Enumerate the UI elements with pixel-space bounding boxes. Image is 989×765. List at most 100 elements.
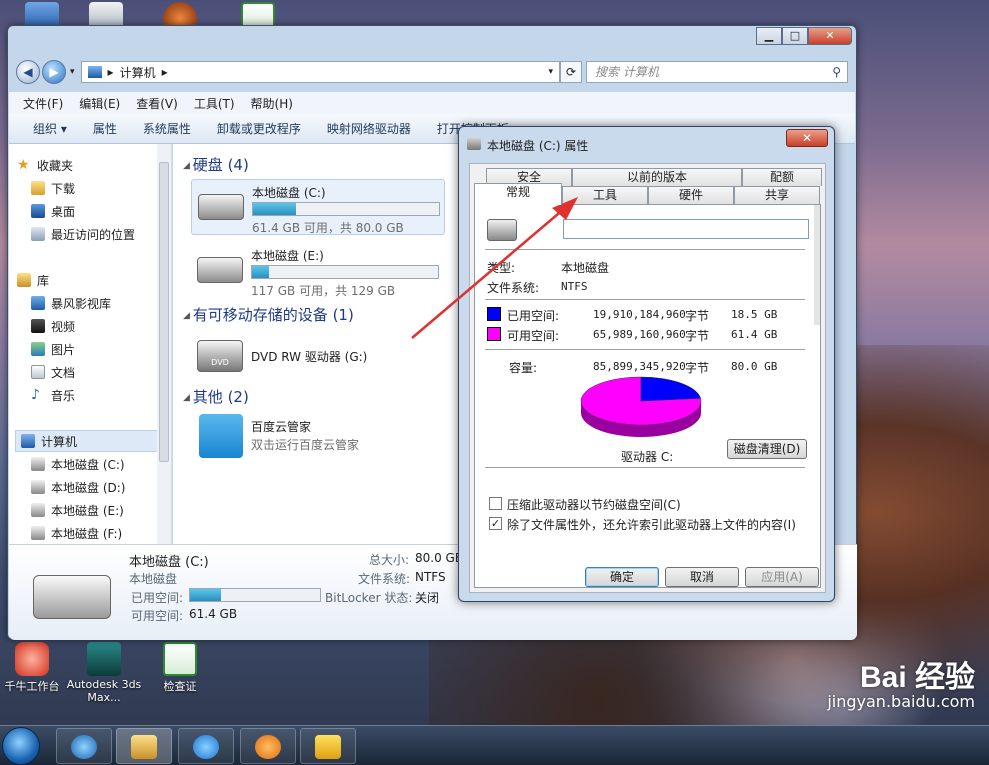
maximize-button[interactable]: □ bbox=[782, 27, 808, 45]
details-fs-label: 文件系统: bbox=[358, 572, 411, 586]
drive-small-icon bbox=[467, 138, 481, 150]
tab-quota[interactable]: 配额 bbox=[742, 168, 822, 186]
tab-sharing[interactable]: 共享 bbox=[734, 186, 820, 204]
address-bar[interactable]: ▸ 计算机 ▸ ▾ bbox=[80, 61, 560, 83]
address-dropdown-icon[interactable]: ▾ bbox=[548, 67, 553, 77]
taskbar-taobao[interactable] bbox=[300, 728, 356, 764]
capacity-unit: 字节 bbox=[685, 361, 710, 375]
hard-drive-icon bbox=[487, 219, 517, 241]
menu-file[interactable]: 文件(F) bbox=[23, 95, 63, 112]
drive-usage-bar bbox=[251, 265, 439, 279]
taskbar-sogou[interactable] bbox=[178, 728, 234, 764]
page-scrollbar[interactable] bbox=[814, 205, 820, 325]
disk-cleanup-button[interactable]: 磁盘清理(D) bbox=[727, 439, 807, 459]
pie-slice-used bbox=[640, 376, 701, 402]
index-checkbox[interactable]: ✓ bbox=[489, 517, 502, 530]
back-button[interactable]: ◀ bbox=[16, 60, 40, 84]
breadcrumb-separator-icon: ▸ bbox=[107, 65, 114, 79]
minimize-button[interactable]: ▁ bbox=[756, 27, 782, 45]
history-dropdown-icon[interactable]: ▾ bbox=[70, 67, 75, 77]
tab-tools[interactable]: 工具 bbox=[562, 186, 648, 204]
drive-name: DVD RW 驱动器 (G:) bbox=[251, 350, 368, 364]
sidebar-libraries[interactable]: 库 bbox=[17, 269, 49, 291]
sidebar-item-drive-e[interactable]: 本地磁盘 (E:) bbox=[31, 499, 124, 521]
sidebar-scrollbar[interactable] bbox=[157, 144, 171, 544]
sidebar-item-pictures[interactable]: 图片 bbox=[31, 338, 75, 360]
desktop-icon-3dsmax[interactable]: Autodesk 3ds Max... bbox=[64, 642, 144, 704]
search-input[interactable]: 搜索 计算机 ⚲ bbox=[586, 61, 848, 83]
free-space-unit: 字节 bbox=[685, 329, 710, 343]
index-label[interactable]: 除了文件属性外，还允许索引此驱动器上文件的内容(I) bbox=[507, 516, 796, 533]
drive-item-e[interactable]: 本地磁盘 (E:) 117 GB 可用，共 129 GB bbox=[191, 243, 445, 299]
desktop-icon-qianniu[interactable]: 千牛工作台 bbox=[0, 642, 72, 694]
sidebar-favorites[interactable]: ★ 收藏夹 bbox=[17, 154, 73, 176]
uninstall-button[interactable]: 卸载或更改程序 bbox=[217, 120, 301, 137]
compress-label[interactable]: 压缩此驱动器以节约磁盘空间(C) bbox=[507, 496, 681, 513]
drive-name: 本地磁盘 (C:) bbox=[252, 186, 326, 200]
type-value: 本地磁盘 bbox=[561, 261, 610, 275]
map-drive-button[interactable]: 映射网络驱动器 bbox=[327, 120, 411, 137]
app-item-baiduyun[interactable]: 百度云管家 双击运行百度云管家 bbox=[191, 412, 445, 462]
sidebar-item-drive-c[interactable]: 本地磁盘 (C:) bbox=[31, 453, 125, 475]
sidebar-item-drive-d[interactable]: 本地磁盘 (D:) bbox=[31, 476, 125, 498]
refresh-button[interactable]: ⟳ bbox=[560, 61, 582, 83]
apply-button[interactable]: 应用(A) bbox=[745, 567, 819, 587]
general-tab-page: 类型: 本地磁盘 文件系统: NTFS 已用空间: 19,910,184,960… bbox=[474, 204, 821, 588]
organize-button[interactable]: 组织 ▾ bbox=[33, 120, 67, 137]
drive-label: 驱动器 C: bbox=[621, 450, 674, 464]
address-row: ◀ ▶ ▾ ▸ 计算机 ▸ ▾ ⟳ 搜索 计算机 ⚲ bbox=[16, 60, 848, 84]
menu-edit[interactable]: 编辑(E) bbox=[79, 95, 120, 112]
compress-checkbox[interactable] bbox=[489, 497, 502, 510]
group-header-hdd[interactable]: 硬盘 (4) bbox=[183, 154, 249, 175]
desktop-icon-jianchazheng[interactable]: 检查证 bbox=[140, 642, 220, 694]
volume-label-input[interactable] bbox=[563, 219, 809, 239]
dvd-drive-item[interactable]: DVD DVD RW 驱动器 (G:) bbox=[191, 330, 445, 382]
dialog-close-button[interactable]: ✕ bbox=[786, 129, 828, 147]
sidebar-item-recent[interactable]: 最近访问的位置 bbox=[31, 223, 135, 245]
capacity-bytes: 85,899,345,920 bbox=[593, 360, 686, 373]
used-space-swatch bbox=[487, 307, 501, 321]
sidebar-item-downloads[interactable]: 下载 bbox=[31, 177, 75, 199]
taskbar-explorer[interactable] bbox=[116, 728, 172, 764]
sidebar-computer[interactable]: 计算机 bbox=[21, 430, 77, 452]
film-icon bbox=[31, 319, 45, 333]
type-label: 类型: bbox=[487, 261, 516, 275]
tab-general[interactable]: 常规 bbox=[474, 183, 562, 205]
system-properties-button[interactable]: 系统属性 bbox=[143, 120, 191, 137]
sidebar-item-videos[interactable]: 视频 bbox=[31, 315, 75, 337]
sidebar-item-drive-f[interactable]: 本地磁盘 (F:) bbox=[31, 522, 122, 544]
cancel-button[interactable]: 取消 bbox=[665, 567, 739, 587]
sidebar-item-baofeng[interactable]: 暴风影视库 bbox=[31, 292, 111, 314]
details-bitlocker-label: BitLocker 状态: bbox=[325, 591, 413, 605]
menu-tools[interactable]: 工具(T) bbox=[194, 95, 235, 112]
tab-previous-versions[interactable]: 以前的版本 bbox=[572, 168, 742, 186]
sidebar-item-music[interactable]: ♪ 音乐 bbox=[31, 384, 75, 406]
group-header-removable[interactable]: 有可移动存储的设备 (1) bbox=[183, 304, 354, 325]
properties-button[interactable]: 属性 bbox=[93, 120, 117, 137]
group-header-other[interactable]: 其他 (2) bbox=[183, 386, 249, 407]
breadcrumb-separator-icon: ▸ bbox=[161, 65, 168, 79]
drive-item-c[interactable]: 本地磁盘 (C:) 61.4 GB 可用，共 80.0 GB bbox=[191, 179, 445, 235]
details-type: 本地磁盘 bbox=[129, 572, 178, 586]
scrollbar-thumb[interactable] bbox=[159, 162, 169, 462]
close-button[interactable]: ✕ bbox=[808, 27, 852, 45]
taskbar-ie[interactable] bbox=[56, 728, 112, 764]
music-note-icon: ♪ bbox=[31, 387, 40, 403]
search-icon: ⚲ bbox=[832, 65, 841, 79]
library-icon bbox=[17, 273, 31, 287]
start-button[interactable] bbox=[2, 727, 40, 765]
breadcrumb[interactable]: 计算机 bbox=[120, 64, 156, 81]
separator bbox=[485, 249, 805, 250]
sidebar-item-desktop[interactable]: 桌面 bbox=[31, 200, 75, 222]
used-space-size: 18.5 GB bbox=[731, 308, 778, 321]
drive-capacity: 61.4 GB 可用，共 80.0 GB bbox=[252, 221, 404, 235]
tab-hardware[interactable]: 硬件 bbox=[648, 186, 734, 204]
sidebar-item-documents[interactable]: 文档 bbox=[31, 361, 75, 383]
menu-help[interactable]: 帮助(H) bbox=[251, 95, 293, 112]
ok-button[interactable]: 确定 bbox=[585, 567, 659, 587]
disk-usage-pie bbox=[580, 376, 702, 437]
forward-button[interactable]: ▶ bbox=[42, 60, 66, 84]
taskbar-orange-app[interactable] bbox=[240, 728, 296, 764]
capacity-size: 80.0 GB bbox=[731, 360, 778, 373]
menu-view[interactable]: 查看(V) bbox=[136, 95, 178, 112]
